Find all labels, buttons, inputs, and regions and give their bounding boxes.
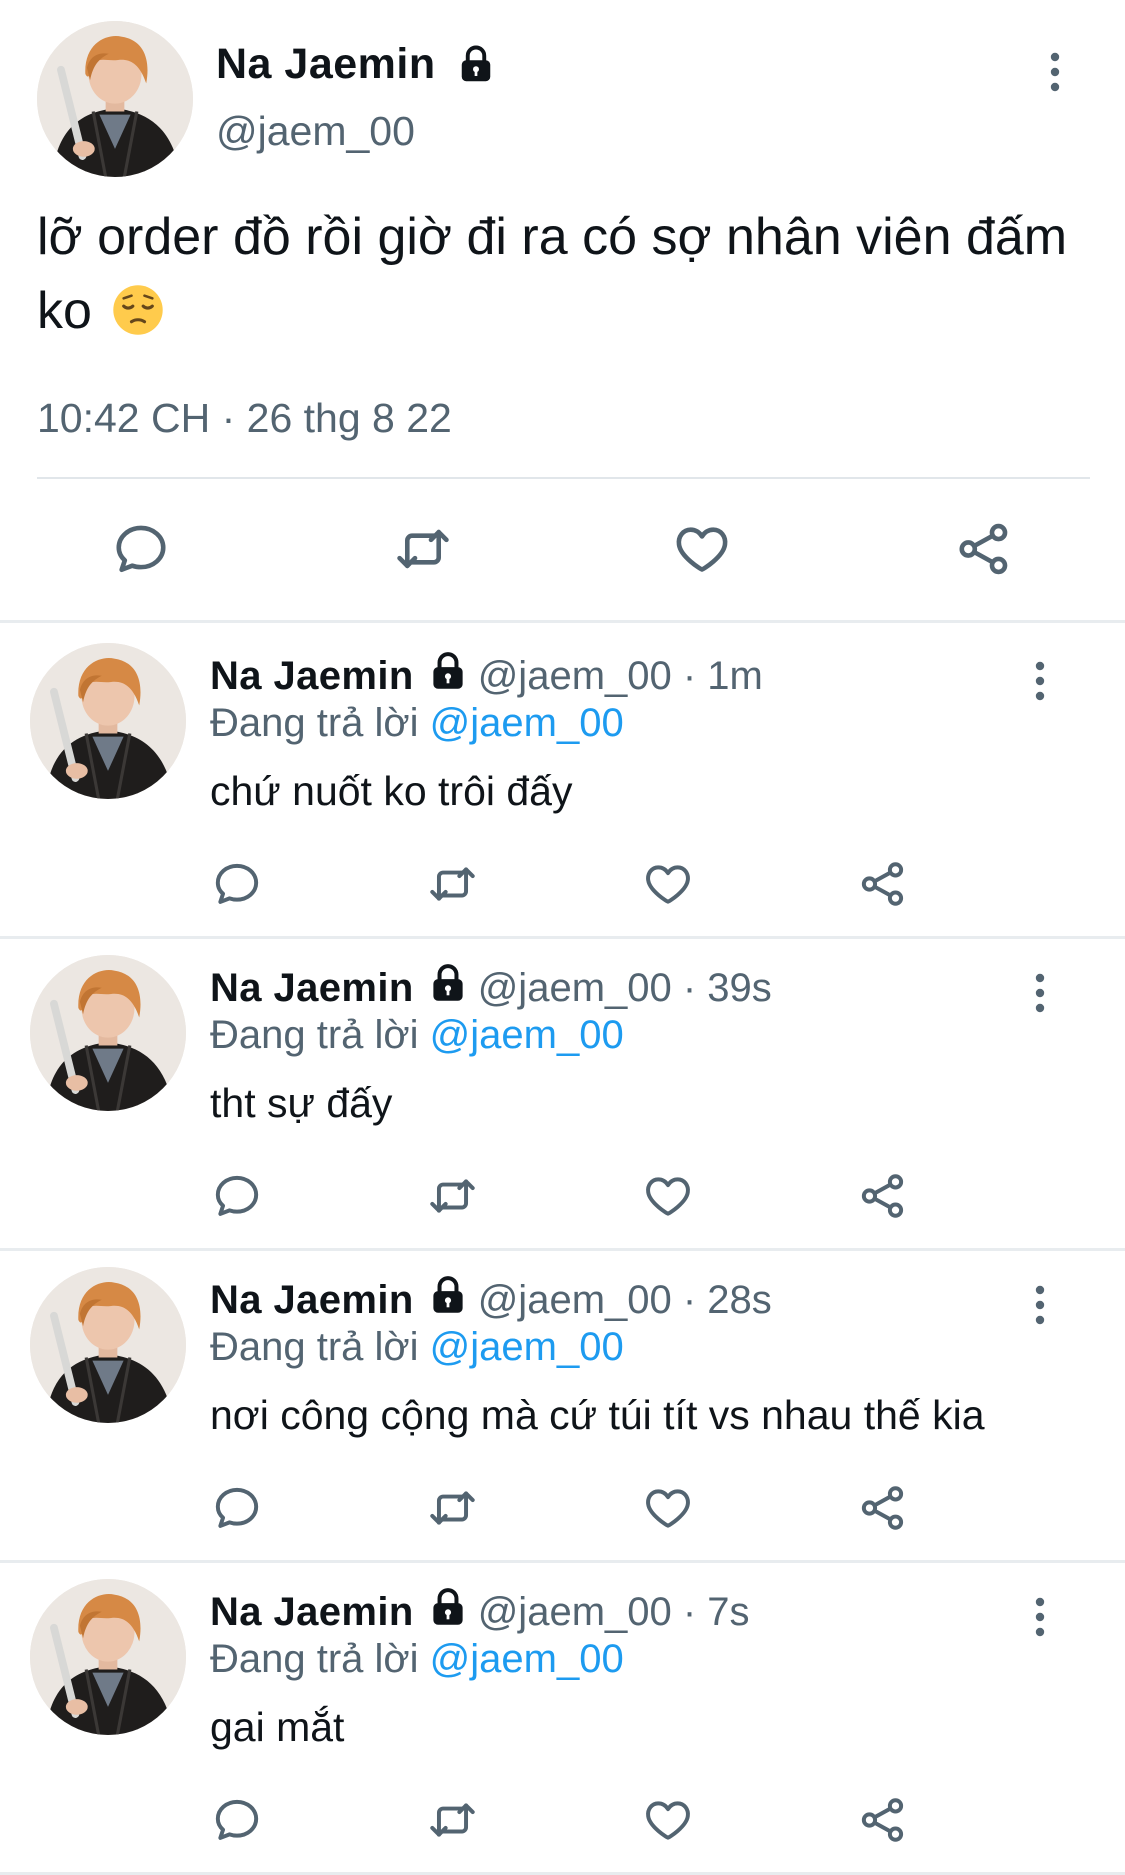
mention-link[interactable]: @jaem_00 xyxy=(430,701,624,745)
lock-icon xyxy=(428,651,468,691)
avatar[interactable] xyxy=(30,1579,186,1735)
reply-icon[interactable] xyxy=(212,1795,262,1845)
author-name[interactable]: Na Jaemin xyxy=(210,654,414,698)
handle-and-time[interactable]: @jaem_00 · 1m xyxy=(478,654,763,698)
replying-to-label: Đang trả lời xyxy=(210,1013,419,1057)
divider xyxy=(37,477,1090,479)
tweet-text: lỡ order đồ rồi giờ đi ra có sợ nhân viê… xyxy=(37,200,1087,348)
replying-to-label: Đang trả lời xyxy=(210,701,419,745)
replying-to-label: Đang trả lời xyxy=(210,1637,419,1681)
more-options-icon[interactable] xyxy=(1050,52,1060,92)
replying-to: Đang trả lời @jaem_00 xyxy=(210,1635,624,1683)
more-options-icon[interactable] xyxy=(1035,973,1045,1013)
author-name[interactable]: Na Jaemin xyxy=(210,1590,414,1634)
more-options-icon[interactable] xyxy=(1035,1597,1045,1637)
retweet-icon[interactable] xyxy=(425,1795,480,1845)
lock-icon xyxy=(458,44,494,84)
avatar[interactable] xyxy=(30,1267,186,1423)
more-options-icon[interactable] xyxy=(1035,661,1045,701)
reply-icon[interactable] xyxy=(212,1171,262,1221)
retweet-icon[interactable] xyxy=(425,1171,480,1221)
reply-tweet[interactable]: Na Jaemin @jaem_00 · 7s Đang trả lời @jae… xyxy=(0,1563,1125,1875)
lock-icon xyxy=(428,963,468,1003)
handle-and-time[interactable]: @jaem_00 · 28s xyxy=(478,1278,772,1322)
share-icon[interactable] xyxy=(858,1795,908,1845)
reply-header: Na Jaemin @jaem_00 · 1m xyxy=(210,651,763,700)
author-name[interactable]: Na Jaemin xyxy=(210,1278,414,1322)
retweet-icon[interactable] xyxy=(391,520,455,578)
reply-header: Na Jaemin @jaem_00 · 28s xyxy=(210,1275,772,1324)
main-tweet: Na Jaemin @jaem_00 lỡ order đồ rồi giờ đ… xyxy=(0,0,1125,623)
reply-text: chứ nuốt ko trôi đấy xyxy=(210,768,573,814)
reply-text: tht sự đấy xyxy=(210,1080,393,1126)
reply-header: Na Jaemin @jaem_00 · 7s xyxy=(210,1587,750,1636)
handle-and-time[interactable]: @jaem_00 · 39s xyxy=(478,966,772,1010)
like-icon[interactable] xyxy=(673,520,731,578)
retweet-icon[interactable] xyxy=(425,859,480,909)
share-icon[interactable] xyxy=(858,1171,908,1221)
reply-tweet[interactable]: Na Jaemin @jaem_00 · 1m Đang trả lời @jae… xyxy=(0,627,1125,939)
replying-to: Đang trả lời @jaem_00 xyxy=(210,1323,624,1371)
reply-icon[interactable] xyxy=(212,1483,262,1533)
reply-icon[interactable] xyxy=(112,520,170,578)
share-icon[interactable] xyxy=(858,1483,908,1533)
like-icon[interactable] xyxy=(643,1795,693,1845)
lock-icon xyxy=(428,1275,468,1315)
reply-tweet[interactable]: Na Jaemin @jaem_00 · 39s Đang trả lời @ja… xyxy=(0,939,1125,1251)
divider xyxy=(0,620,1125,623)
reply-header: Na Jaemin @jaem_00 · 39s xyxy=(210,963,772,1012)
like-icon[interactable] xyxy=(643,859,693,909)
share-icon[interactable] xyxy=(955,520,1013,578)
reply-text: nơi công cộng mà cứ túi tít vs nhau thế … xyxy=(210,1392,985,1438)
more-options-icon[interactable] xyxy=(1035,1285,1045,1325)
reply-text: gai mắt xyxy=(210,1704,345,1750)
mention-link[interactable]: @jaem_00 xyxy=(430,1325,624,1369)
retweet-icon[interactable] xyxy=(425,1483,480,1533)
avatar[interactable] xyxy=(30,643,186,799)
author-name[interactable]: Na Jaemin xyxy=(210,966,414,1010)
avatar[interactable] xyxy=(37,21,193,177)
avatar[interactable] xyxy=(30,955,186,1111)
pensive-face-icon xyxy=(112,282,164,334)
replying-to: Đang trả lời @jaem_00 xyxy=(210,699,624,747)
reply-tweet[interactable]: Na Jaemin @jaem_00 · 28s Đang trả lời @ja… xyxy=(0,1251,1125,1563)
mention-link[interactable]: @jaem_00 xyxy=(430,1013,624,1057)
like-icon[interactable] xyxy=(643,1483,693,1533)
tweet-text-content: lỡ order đồ rồi giờ đi ra có sợ nhân viê… xyxy=(37,208,1068,340)
like-icon[interactable] xyxy=(643,1171,693,1221)
replying-to-label: Đang trả lời xyxy=(210,1325,419,1369)
handle-and-time[interactable]: @jaem_00 · 7s xyxy=(478,1590,750,1634)
replying-to: Đang trả lời @jaem_00 xyxy=(210,1011,624,1059)
tweet-timestamp[interactable]: 10:42 CH · 26 thg 8 22 xyxy=(37,395,452,442)
author-handle[interactable]: @jaem_00 xyxy=(216,108,415,155)
share-icon[interactable] xyxy=(858,859,908,909)
author-name[interactable]: Na Jaemin xyxy=(216,40,436,89)
lock-icon xyxy=(428,1587,468,1627)
reply-icon[interactable] xyxy=(212,859,262,909)
mention-link[interactable]: @jaem_00 xyxy=(430,1637,624,1681)
